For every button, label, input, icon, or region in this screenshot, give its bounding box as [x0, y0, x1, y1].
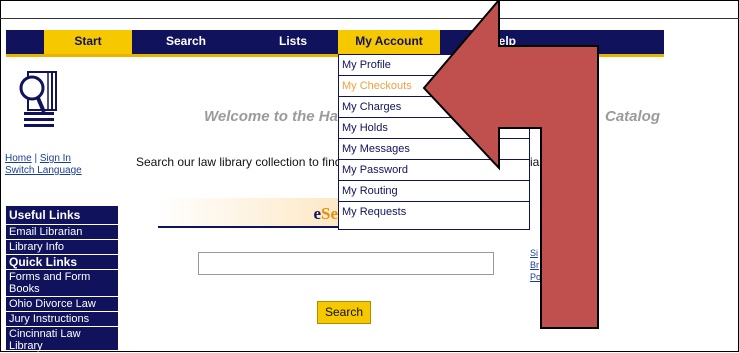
annotation-arrow [422, 0, 599, 329]
